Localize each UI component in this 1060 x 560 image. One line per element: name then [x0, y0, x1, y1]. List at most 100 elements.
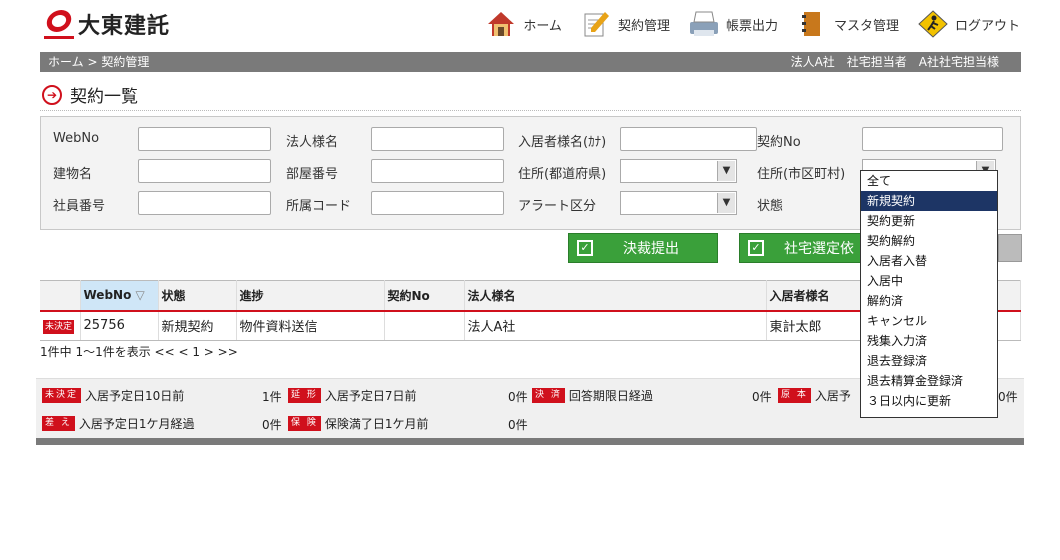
alert-count: 0件: [262, 418, 282, 432]
breadcrumb-bar: ホーム > 契約管理 法人A社 社宅担当者 A社社宅担当様: [40, 52, 1021, 72]
page-title: ➔ 契約一覧: [42, 82, 138, 107]
logo-text: 大東建託: [78, 14, 171, 39]
alert-item[interactable]: 保 険保険満了日1ケ月前: [288, 415, 429, 432]
status-option[interactable]: ３日以内に更新: [861, 391, 997, 411]
housing-request-button[interactable]: ✓ 社宅選定依: [739, 233, 869, 263]
binder-icon: [796, 10, 828, 38]
webno-cell[interactable]: 25756: [80, 309, 159, 341]
more-button[interactable]: [998, 234, 1022, 262]
breadcrumb[interactable]: ホーム > 契約管理: [48, 55, 149, 69]
room-input[interactable]: [371, 159, 504, 183]
checkbox-icon: ✓: [748, 240, 764, 256]
logged-in-user: 法人A社 社宅担当者 A社社宅担当様: [790, 55, 999, 69]
footer-bar: [36, 438, 1024, 445]
checkbox-icon: ✓: [577, 240, 593, 256]
building-label: 建物名: [53, 167, 93, 182]
printer-icon: [688, 10, 720, 38]
alert-item[interactable]: 差 え入居予定日1ケ月経過: [42, 415, 195, 432]
alert-type-select[interactable]: ▼: [620, 191, 737, 215]
status-option[interactable]: 退去精算金登録済: [861, 371, 997, 391]
status-cell: 新規契約: [158, 309, 237, 341]
undecided-badge: 未決定: [43, 319, 75, 334]
logout-runner-icon: [917, 10, 949, 38]
alert-tag: 差 え: [42, 416, 75, 431]
status-option[interactable]: 契約解約: [861, 231, 997, 251]
resident-name-label: 入居者様名(ｶﾅ): [518, 135, 607, 150]
status-option[interactable]: 入居中: [861, 271, 997, 291]
corp-cell: 法人A社: [464, 309, 767, 341]
alert-count: 1件: [262, 390, 282, 404]
nav-master[interactable]: マスタ管理: [796, 10, 899, 38]
dept-code-input[interactable]: [371, 191, 504, 215]
prefecture-select[interactable]: ▼: [620, 159, 737, 183]
status-option[interactable]: 入居者入替: [861, 251, 997, 271]
alert-item[interactable]: 原 本入居予: [778, 387, 851, 404]
col-status[interactable]: 状態: [158, 280, 237, 311]
nav-master-label: マスタ管理: [833, 18, 899, 34]
status-option[interactable]: 残集入力済: [861, 331, 997, 351]
chevron-down-icon: ▼: [717, 161, 735, 181]
alert-tag: 未決定: [42, 388, 82, 403]
prefecture-label: 住所(都道府県): [518, 167, 607, 182]
alert-tag: 原 本: [778, 388, 811, 403]
submit-approval-button[interactable]: ✓ 決裁提出: [568, 233, 718, 263]
alert-count: 0件: [998, 390, 1018, 404]
nav-logout[interactable]: ログアウト: [917, 10, 1020, 38]
contract-no-input[interactable]: [862, 127, 1003, 151]
nav-home[interactable]: ホーム: [485, 10, 562, 38]
employee-no-label: 社員番号: [53, 199, 106, 214]
alert-tag: 決 済: [532, 388, 565, 403]
col-badge: [40, 280, 81, 311]
nav-contract-label: 契約管理: [617, 18, 670, 34]
col-contract-no[interactable]: 契約No: [384, 280, 465, 311]
nav-logout-label: ログアウト: [954, 18, 1020, 34]
alert-count: 0件: [508, 418, 528, 432]
nav-home-label: ホーム: [523, 18, 562, 34]
city-label: 住所(市区町村): [757, 167, 846, 182]
status-option[interactable]: 全て: [861, 171, 997, 191]
status-option-selected[interactable]: 新規契約: [861, 191, 997, 211]
employee-no-input[interactable]: [138, 191, 271, 215]
company-logo[interactable]: 大東建託: [44, 8, 170, 40]
dept-code-label: 所属コード: [286, 199, 352, 214]
alert-tag: 保 険: [288, 416, 321, 431]
contract-no-label: 契約No: [757, 135, 801, 150]
status-option[interactable]: キャンセル: [861, 311, 997, 331]
contract-pen-icon: [580, 10, 612, 38]
alert-tag: 延 形: [288, 388, 321, 403]
house-icon: [485, 10, 517, 38]
sort-icon: ▽: [135, 288, 145, 303]
alert-type-label: アラート区分: [518, 199, 597, 214]
arrow-circle-icon: ➔: [42, 84, 62, 105]
row-badge-cell: 未決定: [40, 309, 81, 341]
title-divider: [40, 110, 1021, 111]
resident-name-input[interactable]: [620, 127, 757, 151]
status-option[interactable]: 解約済: [861, 291, 997, 311]
corp-name-label: 法人様名: [286, 135, 339, 150]
building-input[interactable]: [138, 159, 271, 183]
page-title-text: 契約一覧: [70, 87, 138, 107]
alert-item[interactable]: 未決定 入居予定日10日前: [42, 387, 184, 404]
corp-name-input[interactable]: [371, 127, 504, 151]
top-navigation: ホーム 契約管理 帳票出力 マスタ管理 ログアウト: [467, 10, 1020, 38]
webno-label: WebNo: [53, 131, 100, 146]
status-dropdown[interactable]: 全て 新規契約 契約更新 契約解約 入居者入替 入居中 解約済 キャンセル 残集…: [860, 170, 998, 418]
alert-item[interactable]: 決 済回答期限日経過: [532, 387, 653, 404]
status-option[interactable]: 契約更新: [861, 211, 997, 231]
chevron-down-icon: ▼: [717, 193, 735, 213]
logo-mark-icon: [44, 9, 74, 39]
alert-count: 0件: [752, 390, 772, 404]
contract-no-cell: [384, 309, 465, 341]
col-progress[interactable]: 進捗: [236, 280, 385, 311]
alert-count: 0件: [508, 390, 528, 404]
nav-report[interactable]: 帳票出力: [688, 10, 778, 38]
progress-cell: 物件資料送信: [236, 309, 385, 341]
nav-contract[interactable]: 契約管理: [580, 10, 670, 38]
alert-item[interactable]: 延 形入居予定日7日前: [288, 387, 417, 404]
col-webno[interactable]: WebNo ▽: [80, 280, 159, 311]
status-option[interactable]: 退去登録済: [861, 351, 997, 371]
col-corp-name[interactable]: 法人様名: [464, 280, 767, 311]
pager[interactable]: 1件中 1～1件を表示 << < 1 > >>: [40, 343, 238, 360]
webno-input[interactable]: [138, 127, 271, 151]
room-label: 部屋番号: [286, 167, 339, 182]
